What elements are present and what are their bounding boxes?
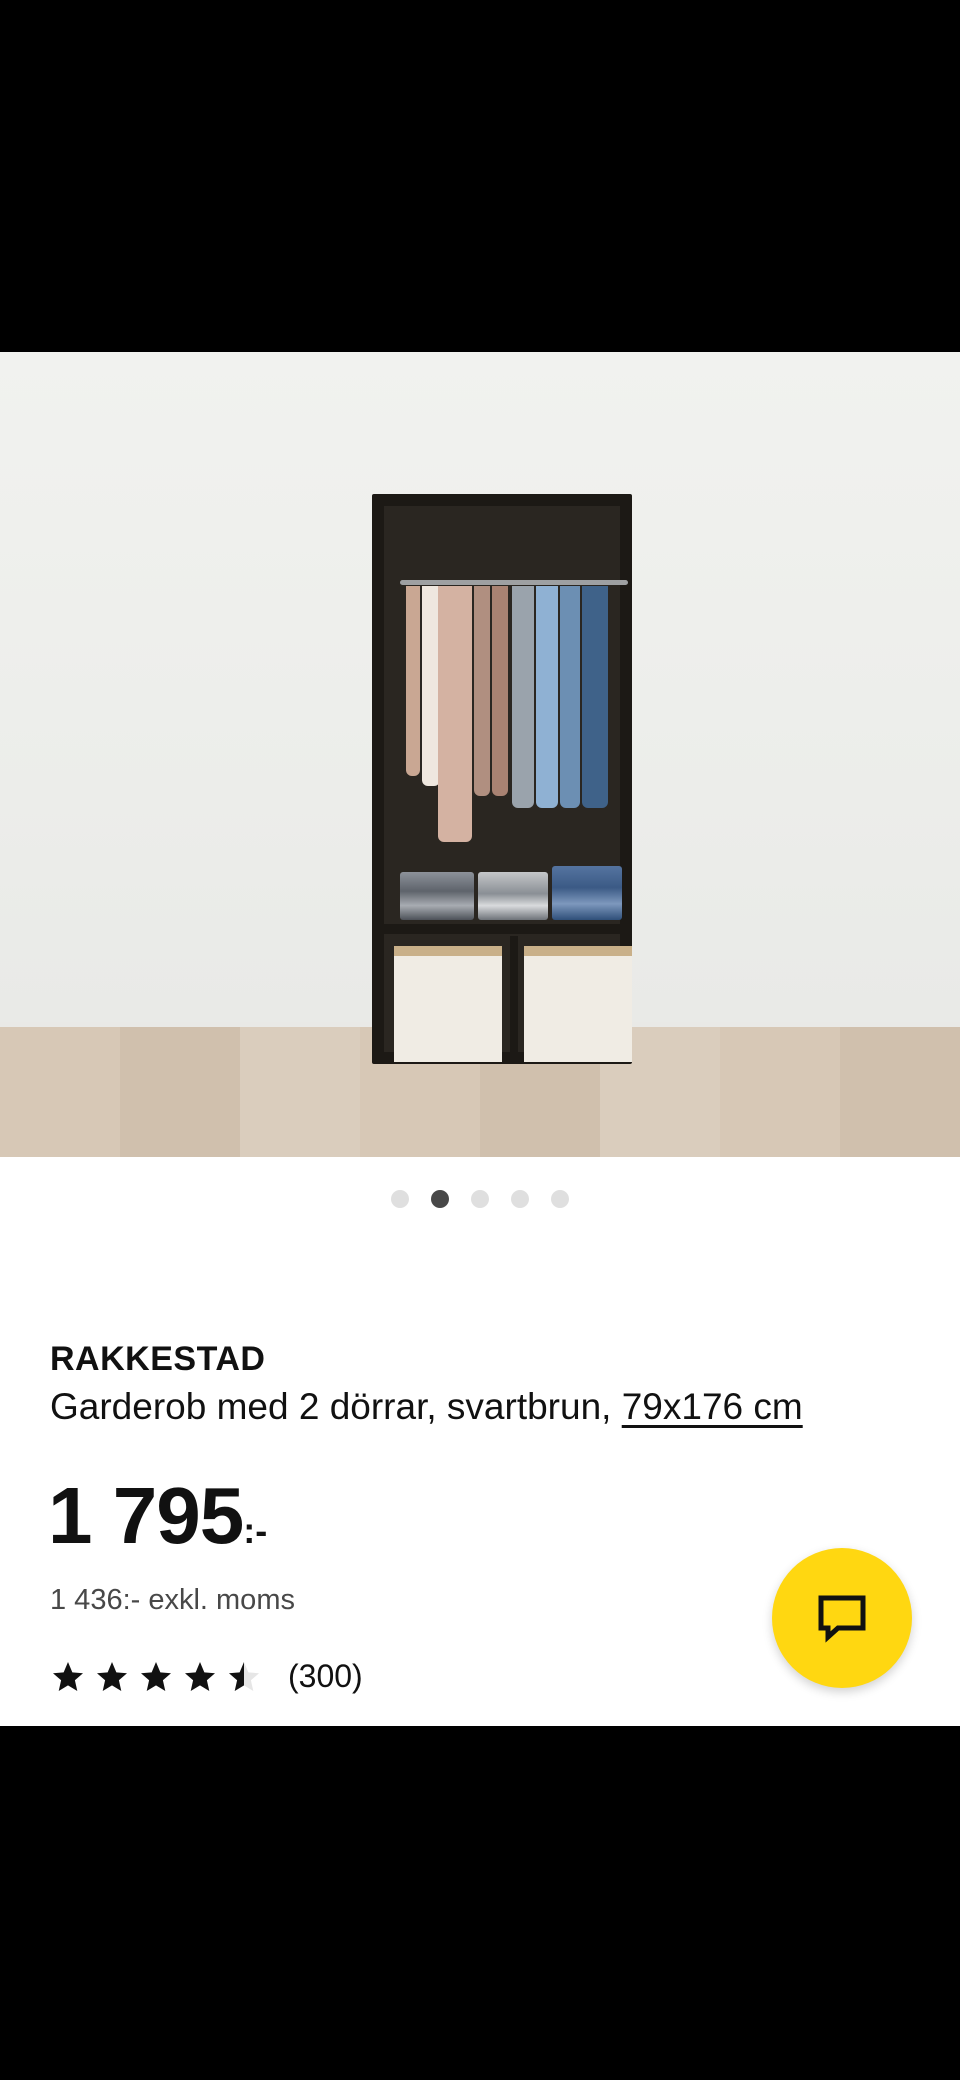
carousel-dot-4[interactable]: [511, 1190, 529, 1208]
product-description-text: Garderob med 2 dörrar, svartbrun,: [50, 1386, 622, 1427]
price-excl-vat: 1 436:- exkl. moms: [50, 1584, 295, 1616]
clothes-rail: [400, 580, 628, 585]
review-count: (300): [288, 1658, 363, 1694]
product-name: RAKKESTAD: [50, 1340, 266, 1378]
navigation-bar-area: [0, 1726, 960, 2080]
carousel-dot-5[interactable]: [551, 1190, 569, 1208]
wardrobe-illustration: [372, 494, 632, 1064]
storage-box: [394, 946, 502, 1062]
rating-stars: [50, 1659, 262, 1695]
chat-bubble-icon: [818, 1595, 866, 1643]
product-page: RAKKESTAD Garderob med 2 dörrar, svartbr…: [0, 352, 960, 1726]
carousel-dot-1[interactable]: [391, 1190, 409, 1208]
product-image[interactable]: [0, 352, 960, 1157]
carousel-dot-2-active[interactable]: [431, 1190, 449, 1208]
garment: [406, 586, 420, 776]
shelf: [384, 924, 620, 934]
star-full-icon: [97, 1661, 127, 1691]
garment: [474, 586, 490, 796]
folded-clothes: [552, 866, 622, 920]
star-full-icon: [185, 1661, 215, 1691]
folded-clothes: [478, 872, 548, 920]
garment: [512, 586, 534, 808]
garment: [492, 586, 508, 796]
chat-button[interactable]: [772, 1548, 912, 1688]
star-full-icon: [53, 1661, 83, 1691]
garment: [560, 586, 580, 808]
star-full-icon: [141, 1661, 171, 1691]
star-half-icon: [229, 1661, 259, 1691]
garment: [582, 586, 608, 808]
carousel-dot-3[interactable]: [471, 1190, 489, 1208]
product-size-link[interactable]: 79x176 cm: [622, 1386, 803, 1427]
storage-box: [524, 946, 632, 1062]
price-number: 1 795: [48, 1471, 244, 1560]
garment: [536, 586, 558, 808]
product-description: Garderob med 2 dörrar, svartbrun, 79x176…: [50, 1386, 803, 1428]
folded-clothes: [400, 872, 474, 920]
image-carousel-dots: [0, 1190, 960, 1210]
product-rating[interactable]: (300): [50, 1658, 363, 1695]
price-suffix: :-: [243, 1510, 268, 1551]
product-price: 1 795:-: [48, 1470, 267, 1562]
garment: [438, 586, 472, 842]
status-bar-area: [0, 0, 960, 352]
